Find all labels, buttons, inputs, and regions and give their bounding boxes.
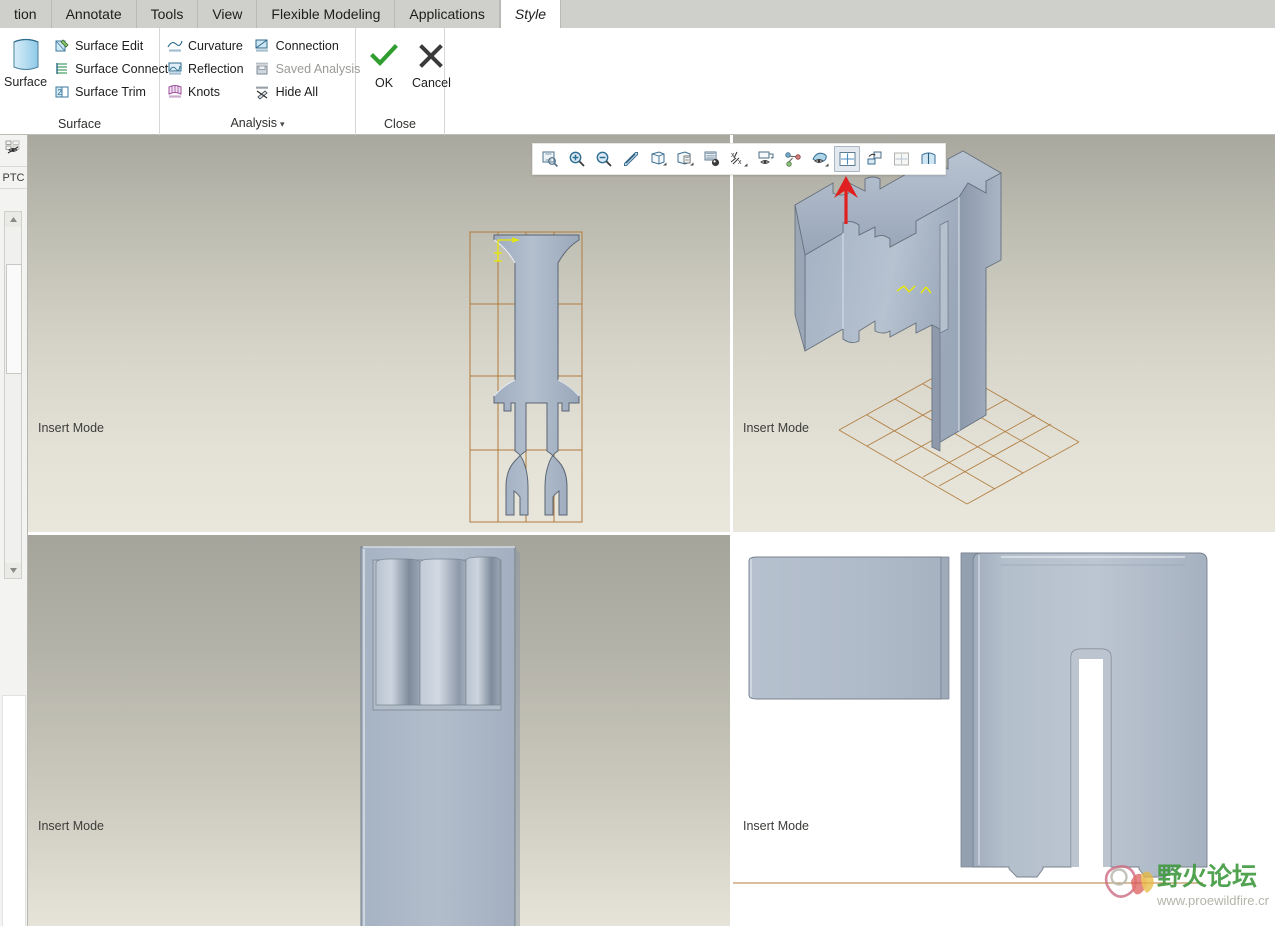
- cross-icon: [418, 40, 444, 72]
- tab-label: tion: [14, 6, 37, 22]
- viewport-bottom-left[interactable]: Insert Mode: [28, 535, 730, 926]
- curvature-label: Curvature: [188, 38, 243, 53]
- application-window: tion Annotate Tools View Flexible Modeli…: [0, 0, 1275, 926]
- knots-button[interactable]: Knots: [164, 81, 248, 102]
- scroll-down-arrow[interactable]: [5, 563, 21, 578]
- ok-button-label: OK: [374, 76, 394, 90]
- style-shape-icon[interactable]: [861, 146, 887, 172]
- hide-all-label: Hide All: [275, 84, 318, 99]
- checkmark-icon: [370, 40, 398, 72]
- view-toolbar: x x: [532, 143, 946, 175]
- appearance-gallery-icon[interactable]: [807, 146, 833, 172]
- annotation-display-icon[interactable]: [753, 146, 779, 172]
- cancel-button[interactable]: Cancel: [412, 40, 451, 90]
- surface-button[interactable]: Surface: [4, 34, 47, 89]
- cancel-button-label: Cancel: [412, 76, 451, 90]
- left-side-panel: PTC: [0, 135, 28, 926]
- viewport-top-left[interactable]: Insert Mode: [28, 135, 730, 532]
- tab-annotate[interactable]: Annotate: [52, 0, 137, 28]
- view-manager-icon[interactable]: [672, 146, 698, 172]
- hide-all-icon: [254, 83, 271, 100]
- tab-view[interactable]: View: [198, 0, 258, 28]
- viewport-label-bottom-right: Insert Mode: [743, 819, 810, 833]
- ok-button[interactable]: OK: [370, 40, 398, 90]
- curvature-icon: [166, 37, 183, 54]
- viewport-label-top-left: Insert Mode: [38, 421, 105, 435]
- model-tree-hide-icon: [4, 138, 24, 163]
- ribbon-group-analysis: Curvature Reflection Knots Connection Sa…: [160, 28, 360, 135]
- datum-display-icon[interactable]: x x: [726, 146, 752, 172]
- surface-connect-icon: [53, 60, 70, 77]
- surface-trim-label: Surface Trim: [75, 84, 146, 99]
- tab-label: Tools: [150, 6, 184, 22]
- viewport-top-right[interactable]: Insert Mode: [733, 135, 1275, 532]
- graphics-area: Insert Mode Insert Mode Insert Mode Inse…: [28, 135, 1275, 926]
- surface-connect-label: Surface Connect: [75, 61, 169, 76]
- tab-label: Applications: [409, 6, 485, 22]
- ribbon-group-label-surface: Surface: [57, 117, 102, 131]
- zoom-in-icon[interactable]: [564, 146, 590, 172]
- ribbon-group-label-analysis[interactable]: Analysis ▾: [160, 116, 355, 135]
- connection-button[interactable]: Connection: [252, 35, 365, 56]
- tab-label: Style: [514, 6, 546, 22]
- spin-center-icon[interactable]: [780, 146, 806, 172]
- ptc-panel-label: PTC: [0, 167, 27, 189]
- tab-label: View: [212, 6, 243, 22]
- tab-flexible-modeling[interactable]: Flexible Modeling: [257, 0, 396, 28]
- viewport-bottom-right[interactable]: Insert Mode: [733, 535, 1275, 926]
- surface-tess-icon[interactable]: [915, 146, 941, 172]
- curvature-button[interactable]: Curvature: [164, 35, 248, 56]
- tab-bar-filler: [561, 0, 1275, 28]
- saved-analysis-icon: [254, 60, 271, 77]
- surface-connect-button[interactable]: Surface Connect: [51, 58, 172, 79]
- svg-text:2: 2: [57, 88, 62, 97]
- zoom-out-icon[interactable]: [591, 146, 617, 172]
- ribbon-group-surface: Surface Surface Edit Surface Connect 2 S…: [0, 28, 168, 135]
- reorient-icon[interactable]: [618, 146, 644, 172]
- reflection-button[interactable]: Reflection: [164, 58, 248, 79]
- tab-model-truncated[interactable]: tion: [0, 0, 52, 28]
- knots-label: Knots: [188, 84, 220, 99]
- surface-trim-icon: 2: [53, 83, 70, 100]
- tab-applications[interactable]: Applications: [395, 0, 500, 28]
- display-style-icon[interactable]: [699, 146, 725, 172]
- viewport-label-bottom-left: Insert Mode: [38, 819, 105, 833]
- ribbon: Surface Surface Edit Surface Connect 2 S…: [0, 28, 1275, 135]
- ribbon-group-close: OK Cancel Close: [356, 28, 451, 135]
- connection-icon: [254, 37, 271, 54]
- style-grid-icon[interactable]: [888, 146, 914, 172]
- reflection-icon: [166, 60, 183, 77]
- analysis-group-label-text: Analysis: [230, 116, 277, 130]
- surface-button-label: Surface: [4, 75, 48, 89]
- ribbon-tab-bar: tion Annotate Tools View Flexible Modeli…: [0, 0, 1275, 28]
- tab-label: Annotate: [65, 6, 122, 22]
- chevron-down-icon[interactable]: ▾: [280, 119, 285, 129]
- surface-edit-button[interactable]: Surface Edit: [51, 35, 172, 56]
- connection-label: Connection: [275, 38, 339, 53]
- viewport-label-top-right: Insert Mode: [743, 421, 810, 435]
- tab-label: Flexible Modeling: [271, 6, 381, 22]
- panel-empty-area: [2, 695, 26, 926]
- reflection-label: Reflection: [188, 61, 244, 76]
- saved-analysis-button[interactable]: Saved Analysis: [252, 58, 365, 79]
- surface-trim-button[interactable]: 2 Surface Trim: [51, 81, 172, 102]
- ribbon-group-label-close: Close: [384, 117, 416, 131]
- hide-all-button[interactable]: Hide All: [252, 81, 365, 102]
- surface-edit-icon: [53, 37, 70, 54]
- scrollbar-thumb[interactable]: [6, 264, 22, 374]
- ribbon-filler: [445, 28, 1275, 135]
- surface-icon: [9, 37, 43, 73]
- svg-text:x: x: [738, 159, 742, 166]
- saved-orientations-icon[interactable]: [645, 146, 671, 172]
- knots-icon: [166, 83, 183, 100]
- surface-edit-label: Surface Edit: [75, 38, 144, 53]
- refit-icon[interactable]: [537, 146, 563, 172]
- tab-tools[interactable]: Tools: [137, 0, 199, 28]
- scroll-up-arrow[interactable]: [5, 212, 21, 227]
- model-tree-toggle[interactable]: [0, 135, 27, 167]
- grid-display-icon[interactable]: [834, 146, 860, 172]
- tab-style[interactable]: Style: [499, 0, 561, 28]
- saved-analysis-label: Saved Analysis: [275, 61, 361, 76]
- panel-scrollbar[interactable]: [4, 211, 22, 579]
